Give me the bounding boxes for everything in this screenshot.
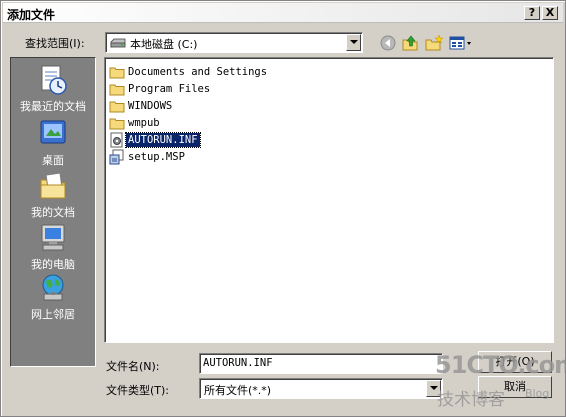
place-my-documents[interactable]: 我的文档 xyxy=(11,168,95,219)
hard-drive-icon xyxy=(110,38,126,48)
file-type-label: 文件类型(T): xyxy=(106,384,170,397)
look-in-label: 查找范围(I): xyxy=(25,37,85,50)
place-label: 我的文档 xyxy=(31,206,75,219)
watermark-line3: Blog xyxy=(525,387,550,400)
folder-icon xyxy=(109,101,125,113)
folder-icon xyxy=(109,118,125,130)
installer-file-icon xyxy=(109,149,124,165)
close-button[interactable]: X xyxy=(542,6,558,20)
file-list[interactable]: Documents and Settings Program Files WIN… xyxy=(104,57,554,343)
place-my-computer[interactable]: 我的电脑 xyxy=(11,220,95,271)
network-places-icon xyxy=(42,274,64,301)
place-label: 我最近的文档 xyxy=(20,100,86,113)
file-name: AUTORUN.INF xyxy=(125,132,201,148)
file-name: Documents and Settings xyxy=(128,66,268,78)
file-name: wmpub xyxy=(128,117,160,129)
file-name-input[interactable]: AUTORUN.INF xyxy=(199,353,443,374)
help-button[interactable]: ? xyxy=(524,6,540,20)
new-folder-icon[interactable] xyxy=(424,33,444,53)
view-menu-icon[interactable] xyxy=(448,33,474,53)
watermark-line1: 51CTO.com xyxy=(435,351,566,379)
my-documents-icon xyxy=(40,172,66,199)
folder-icon xyxy=(109,84,125,96)
settings-file-icon xyxy=(110,132,123,148)
up-folder-icon[interactable] xyxy=(400,33,420,53)
site-watermark: 51CTO.com 技术博客 Blog xyxy=(433,351,566,413)
look-in-dropdown[interactable]: 本地磁盘 (C:) xyxy=(105,32,363,53)
add-file-dialog: 添加文件 ? X 查找范围(I): 本地磁盘 (C:) 我最近的文档 桌面 我的… xyxy=(0,0,566,417)
look-in-value: 本地磁盘 (C:) xyxy=(130,38,198,51)
my-computer-icon xyxy=(41,224,65,251)
back-arrow-icon[interactable] xyxy=(378,33,398,53)
folder-icon xyxy=(109,67,125,79)
file-name-value: AUTORUN.INF xyxy=(203,357,273,369)
places-bar: 我最近的文档 桌面 我的文档 我的电脑 网上邻居 xyxy=(10,57,96,367)
file-name: Program Files xyxy=(128,83,211,95)
file-type-value: 所有文件(*.*) xyxy=(204,384,272,397)
title-bar[interactable]: 添加文件 ? X xyxy=(3,3,563,23)
file-name: setup.MSP xyxy=(128,151,185,163)
file-name: WINDOWS xyxy=(128,100,173,112)
place-network[interactable]: 网上邻居 xyxy=(11,270,95,321)
recent-documents-icon xyxy=(41,65,67,95)
place-recent-documents[interactable]: 我最近的文档 xyxy=(11,62,95,113)
watermark-line2: 技术博客 xyxy=(437,390,505,410)
place-label: 桌面 xyxy=(42,154,64,167)
dialog-title: 添加文件 xyxy=(7,8,56,22)
chevron-down-icon[interactable] xyxy=(346,34,361,51)
desktop-icon xyxy=(40,120,66,144)
place-label: 网上邻居 xyxy=(31,308,75,321)
file-type-dropdown[interactable]: 所有文件(*.*) xyxy=(199,378,443,399)
place-desktop[interactable]: 桌面 xyxy=(11,116,95,167)
file-name-label: 文件名(N): xyxy=(106,360,160,373)
